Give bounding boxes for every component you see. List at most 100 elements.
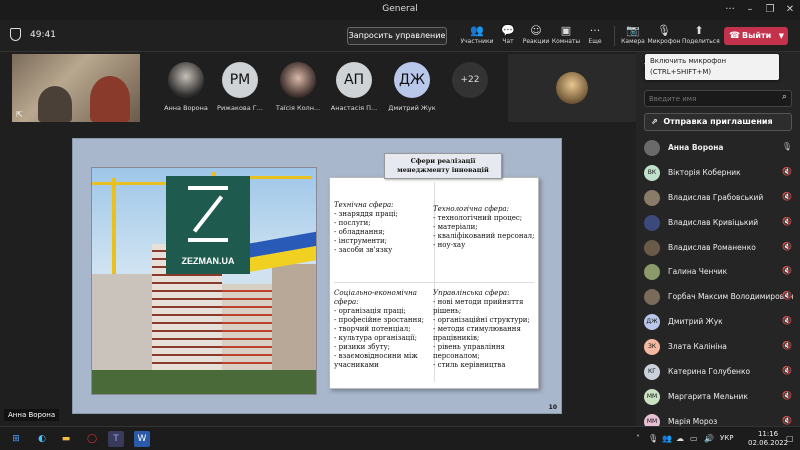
participant-row[interactable]: Галина Ченчик 🔇: [644, 260, 796, 285]
camera-button[interactable]: 📷 Камера: [616, 24, 650, 50]
request-control-button[interactable]: Запросить управление: [347, 27, 447, 45]
participant-name: Таїсія Колн...: [275, 104, 321, 112]
avatar: ДЖ: [644, 314, 660, 331]
participant-row[interactable]: Владислав Кривіцький 🔇: [644, 211, 796, 236]
camera-label: Камера: [621, 38, 645, 45]
avatar: ДЖ: [394, 62, 430, 98]
participant-tile[interactable]: Таїсія Колн...: [272, 60, 324, 120]
participant-tile[interactable]: РМ Рижакова Г...: [214, 60, 266, 120]
quadrant-list: - технологічний процес; - матеріали; - к…: [433, 214, 535, 249]
participants-label: Участники: [460, 38, 494, 45]
avatar: РМ: [222, 62, 258, 98]
window-title: General: [382, 4, 418, 14]
clock[interactable]: 11:16 02.06.2022: [748, 430, 788, 448]
leave-button[interactable]: ☎ Выйти ▼: [724, 27, 788, 45]
mic-muted-icon: 🔇: [782, 291, 792, 301]
mic-muted-icon: 🔇: [782, 390, 792, 400]
reactions-label: Реакции: [522, 38, 550, 45]
rooms-label: Комнаты: [551, 38, 581, 45]
people-tray-icon[interactable]: 👥: [662, 434, 672, 443]
pin-icon[interactable]: ⇱: [16, 110, 23, 119]
mic-muted-icon: 🔇: [782, 341, 792, 351]
logo-text: ZEZMAN.UA: [181, 256, 235, 266]
participant-row[interactable]: Анна Ворона 🎙: [644, 136, 796, 161]
participant-tile[interactable]: ДЖ Дмитрий Жук: [386, 60, 438, 120]
participant-row[interactable]: Владислав Романенко 🔇: [644, 236, 796, 261]
meeting-timer: 49:41: [30, 30, 56, 40]
participant-row[interactable]: ММ Маргарита Мельник 🔇: [644, 385, 796, 410]
chevron-up-icon[interactable]: ˄: [636, 434, 640, 443]
search-input[interactable]: [649, 93, 769, 105]
participant-name: Рижакова Г...: [217, 104, 263, 112]
mic-icon: 🎙: [781, 142, 792, 151]
mic-label: Микрофон: [647, 38, 681, 45]
cloud-icon[interactable]: ☁: [676, 434, 684, 443]
close-window-button[interactable]: ✕: [782, 2, 798, 18]
person-silhouette: [90, 76, 130, 122]
mic-muted-icon: 🔇: [782, 316, 792, 326]
people-icon: 👥: [470, 24, 484, 37]
more-button[interactable]: ··· Еще: [578, 24, 612, 50]
presenter-tile[interactable]: [508, 54, 636, 122]
reactions-button[interactable]: ☺ Реакции: [519, 24, 553, 50]
invite-label: Отправка приглашения: [663, 117, 773, 126]
mic-muted-icon: 🔇: [782, 266, 792, 276]
share-button[interactable]: ⬆ Поделиться: [682, 24, 720, 50]
maximize-button[interactable]: ❐: [762, 2, 778, 18]
windows-start-icon[interactable]: ⊞: [8, 431, 24, 447]
mic-muted-icon: 🔇: [782, 166, 792, 176]
mic-off-icon: 🎙: [657, 24, 671, 37]
mic-tray-icon[interactable]: 🎙: [648, 434, 658, 443]
slide-page-number: 10: [548, 404, 557, 411]
search-field[interactable]: ⌕: [644, 90, 792, 107]
word-icon[interactable]: W: [134, 431, 150, 447]
title-bar: General ··· – ❐ ✕: [0, 0, 800, 20]
participant-tile[interactable]: АП Анастасія П...: [328, 60, 380, 120]
participant-row[interactable]: ЗК Злата Калініна 🔇: [644, 335, 796, 360]
video-tile[interactable]: ⇱: [12, 54, 140, 122]
minimize-button[interactable]: –: [742, 2, 758, 18]
network-icon[interactable]: ▭: [690, 434, 698, 443]
reactions-icon: ☺: [530, 24, 542, 37]
shield-icon: [10, 28, 21, 41]
person-silhouette: [38, 86, 72, 122]
participant-name: Маргарита Мельник: [668, 391, 748, 401]
edge-icon[interactable]: ◐: [34, 431, 50, 447]
mic-muted-icon: 🔇: [782, 191, 792, 201]
presentation-slide: ZEZMAN.UA Сфери реалізації менеджменту і…: [72, 138, 562, 414]
search-icon[interactable]: ⌕: [782, 92, 787, 102]
teams-icon[interactable]: T: [108, 431, 124, 447]
participant-name: Анастасія П...: [330, 104, 378, 112]
mic-button[interactable]: 🎙 Микрофон: [647, 24, 681, 50]
chevron-down-icon[interactable]: ▼: [779, 27, 784, 45]
participant-row[interactable]: ДЖ Дмитрий Жук 🔇: [644, 310, 796, 335]
more-participants-button[interactable]: +22: [444, 60, 496, 120]
participant-name: Галина Ченчик: [668, 267, 728, 277]
participant-row[interactable]: КГ Катерина Голубенко 🔇: [644, 360, 796, 385]
quadrant-socioeconomic: Соціально-економічна сфера: - організаці…: [334, 289, 430, 370]
opera-icon[interactable]: ◯: [84, 431, 100, 447]
participant-name: Владислав Романенко: [668, 242, 756, 252]
participant-row[interactable]: Горбач Максим Володимирович 🔇: [644, 285, 796, 310]
file-explorer-icon[interactable]: ▬: [58, 431, 74, 447]
volume-icon[interactable]: 🔊: [704, 434, 714, 443]
mic-muted-icon: 🔇: [782, 216, 792, 226]
invite-button[interactable]: ⇗ Отправка приглашения: [644, 113, 792, 131]
more-options-icon[interactable]: ···: [722, 2, 738, 18]
toolbar-divider: [614, 26, 615, 46]
avatar: ВК: [644, 164, 660, 181]
avatar: [644, 289, 660, 306]
quadrant-title: Технологічна сфера:: [433, 205, 509, 213]
participant-tile[interactable]: Анна Ворона: [160, 60, 212, 120]
participant-name: Дмитрий Жук: [388, 104, 436, 112]
participant-row[interactable]: Владислав Грабовський 🔇: [644, 186, 796, 211]
participant-row[interactable]: ВК Вікторія Коберник 🔇: [644, 161, 796, 186]
language-indicator[interactable]: УКР: [720, 434, 733, 442]
share-icon: ⬆: [694, 24, 704, 37]
avatar: [644, 264, 660, 281]
notifications-icon[interactable]: ▢: [786, 434, 794, 443]
clock-time: 11:16: [757, 430, 779, 438]
participants-button[interactable]: 👥 Участники: [460, 24, 494, 50]
avatar: ММ: [644, 388, 660, 405]
chat-label: Чат: [502, 38, 514, 45]
